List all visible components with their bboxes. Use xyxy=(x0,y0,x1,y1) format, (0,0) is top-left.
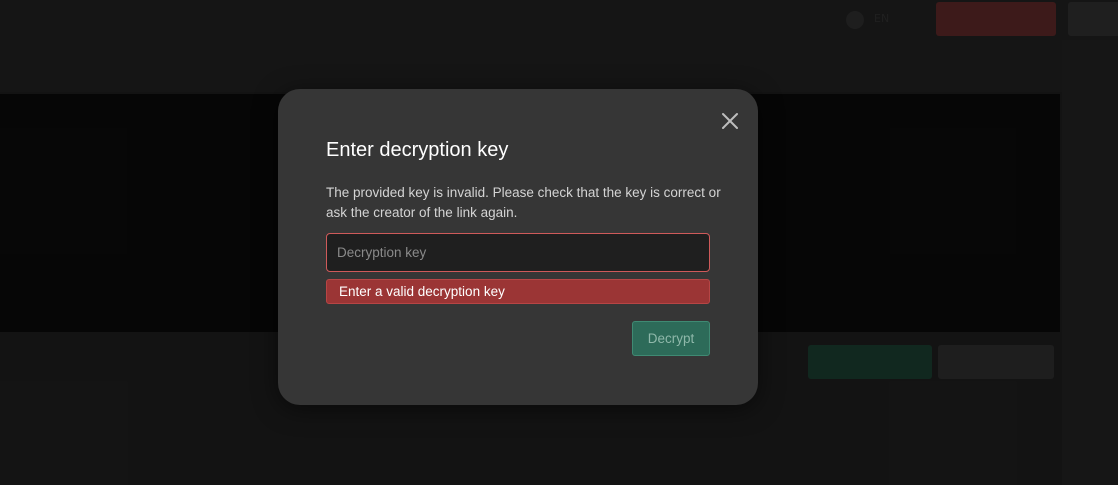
decryption-key-dialog: Enter decryption key The provided key is… xyxy=(278,89,758,405)
decrypt-button[interactable]: Decrypt xyxy=(632,321,710,356)
validation-error-message: Enter a valid decryption key xyxy=(326,279,710,304)
dialog-title: Enter decryption key xyxy=(326,139,509,161)
close-icon xyxy=(722,113,738,129)
close-button[interactable] xyxy=(718,109,742,133)
app-page: EN Enter decryption key The provided key… xyxy=(0,0,1118,485)
decryption-key-input[interactable] xyxy=(326,233,710,272)
dialog-message: The provided key is invalid. Please chec… xyxy=(326,185,721,220)
